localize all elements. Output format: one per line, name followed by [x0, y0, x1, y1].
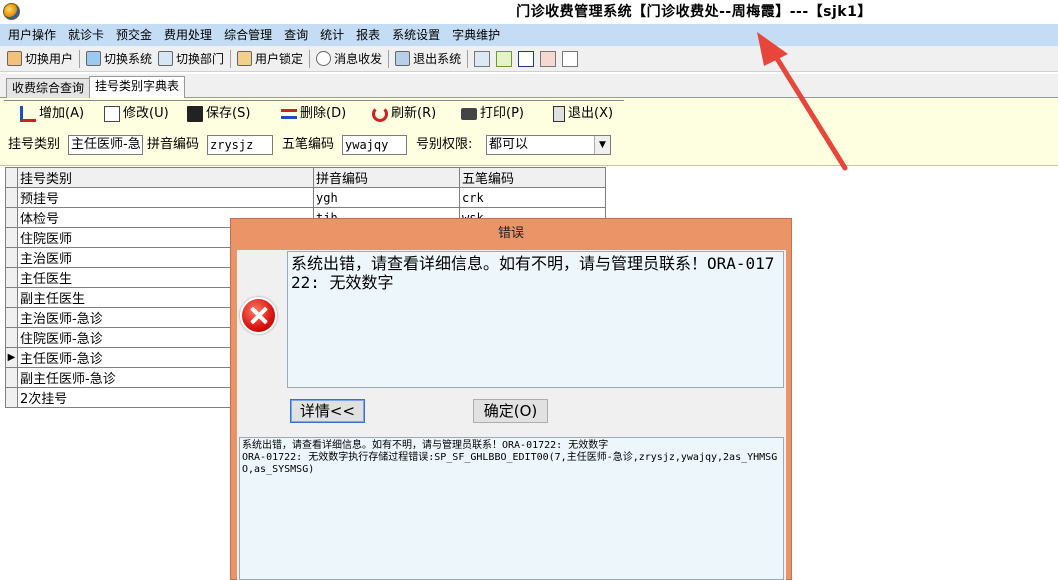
table-row[interactable]: 预挂号 ygh crk	[5, 187, 606, 208]
menu-dictionary[interactable]: 字典维护	[446, 24, 506, 46]
add-icon	[20, 106, 36, 122]
category-label: 挂号类别	[8, 137, 61, 152]
row-indicator	[5, 307, 18, 328]
wubi-label: 五笔编码	[282, 137, 335, 152]
tab-strip: 收费综合查询 挂号类别字典表	[0, 74, 1058, 99]
edit-icon[interactable]	[474, 50, 491, 67]
checkbox-icon[interactable]	[518, 50, 535, 67]
messages-button[interactable]: 消息收发	[313, 48, 385, 70]
switch-user-button[interactable]: 切换用户	[4, 48, 76, 70]
toolbar-separator	[467, 49, 469, 68]
switch-dept-button[interactable]: 切换部门	[155, 48, 227, 70]
menu-fees[interactable]: 费用处理	[158, 24, 218, 46]
toolbar-separator	[388, 49, 390, 68]
menu-management[interactable]: 综合管理	[218, 24, 278, 46]
wubi-input[interactable]: ywajqy	[342, 135, 407, 155]
table-cell[interactable]: crk	[459, 187, 606, 208]
switch-system-icon	[86, 51, 102, 66]
chevron-down-icon[interactable]: ▼	[594, 136, 610, 154]
save-button[interactable]: 保存(S)	[187, 104, 250, 124]
permission-select[interactable]: 都可以	[486, 135, 611, 155]
print-setup-icon[interactable]	[540, 50, 557, 67]
toolbar-separator	[309, 49, 311, 68]
row-indicator	[5, 367, 18, 388]
menu-reports[interactable]: 报表	[350, 24, 386, 46]
menu-user-ops[interactable]: 用户操作	[2, 24, 62, 46]
error-icon	[240, 297, 277, 334]
toolbar: 切换用户 切换系统 切换部门 用户锁定 消息收发 退出系统	[0, 46, 1058, 72]
details-button[interactable]: 详情<<	[290, 399, 365, 423]
exit-system-button[interactable]: 退出系统	[392, 48, 464, 70]
document-icon[interactable]	[562, 50, 579, 67]
error-message: 系统出错，请查看详细信息。如有不明，请与管理员联系！ORA-01722: 无效数…	[287, 251, 784, 388]
menu-deposit[interactable]: 预交金	[110, 24, 158, 46]
floppy-disk-icon	[187, 106, 203, 122]
error-details-text: 系统出错，请查看详细信息。如有不明，请与管理员联系！ORA-01722: 无效数…	[239, 437, 784, 580]
permission-label: 号别权限:	[416, 137, 473, 152]
menu-stats[interactable]: 统计	[314, 24, 350, 46]
row-indicator	[5, 287, 18, 308]
add-button[interactable]: 增加(A)	[20, 104, 84, 124]
exit-door-icon	[553, 106, 565, 122]
yen-icon[interactable]	[496, 50, 513, 67]
user-lock-icon	[237, 51, 253, 66]
menu-settings[interactable]: 系统设置	[386, 24, 446, 46]
exit-button[interactable]: 退出(X)	[553, 104, 613, 124]
info-icon	[316, 51, 332, 66]
toolbar-separator	[230, 49, 232, 68]
menu-card[interactable]: 就诊卡	[62, 24, 110, 46]
print-button[interactable]: 打印(P)	[461, 104, 524, 124]
current-row-indicator-icon: ▶	[5, 347, 18, 368]
table-cell[interactable]: 预挂号	[17, 187, 314, 208]
delete-button[interactable]: 删除(D)	[281, 104, 346, 124]
row-indicator	[5, 387, 18, 408]
delete-icon	[281, 109, 297, 119]
switch-system-button[interactable]: 切换系统	[83, 48, 155, 70]
column-header[interactable]: 五笔编码	[459, 167, 606, 188]
exit-door-icon	[395, 51, 411, 66]
category-input[interactable]: 主任医师-急	[68, 135, 143, 155]
dialog-title[interactable]: 错误	[230, 218, 792, 250]
table-cell[interactable]: ygh	[313, 187, 460, 208]
lock-user-button[interactable]: 用户锁定	[234, 48, 306, 70]
menu-bar: 用户操作 就诊卡 预交金 费用处理 综合管理 查询 统计 报表 系统设置 字典维…	[0, 24, 1058, 46]
row-indicator	[5, 247, 18, 268]
edit-icon	[104, 106, 120, 122]
tab-fee-query[interactable]: 收费综合查询	[6, 78, 91, 98]
tab-registration-dictionary[interactable]: 挂号类别字典表	[89, 76, 186, 99]
pinyin-input[interactable]: zrysjz	[207, 135, 273, 155]
menu-query[interactable]: 查询	[278, 24, 314, 46]
refresh-icon	[372, 106, 388, 122]
row-indicator	[5, 207, 18, 228]
row-indicator	[5, 327, 18, 348]
refresh-button[interactable]: 刷新(R)	[372, 104, 436, 124]
column-header[interactable]: 拼音编码	[313, 167, 460, 188]
grid-header-row: 挂号类别 拼音编码 五笔编码	[5, 167, 606, 188]
window-title: 门诊收费管理系统【门诊收费处--周梅霞】---【sjk1】	[516, 4, 872, 20]
toolbar-separator	[79, 49, 81, 68]
panel-divider	[4, 100, 624, 101]
building-icon	[158, 51, 174, 66]
users-icon	[7, 51, 22, 66]
pinyin-label: 拼音编码	[147, 137, 200, 152]
row-indicator-header	[5, 167, 18, 188]
ok-button[interactable]: 确定(O)	[473, 399, 548, 423]
row-indicator	[5, 227, 18, 248]
printer-icon	[461, 108, 477, 120]
row-indicator	[5, 187, 18, 208]
row-indicator	[5, 267, 18, 288]
column-header[interactable]: 挂号类别	[17, 167, 314, 188]
edit-button[interactable]: 修改(U)	[104, 104, 169, 124]
